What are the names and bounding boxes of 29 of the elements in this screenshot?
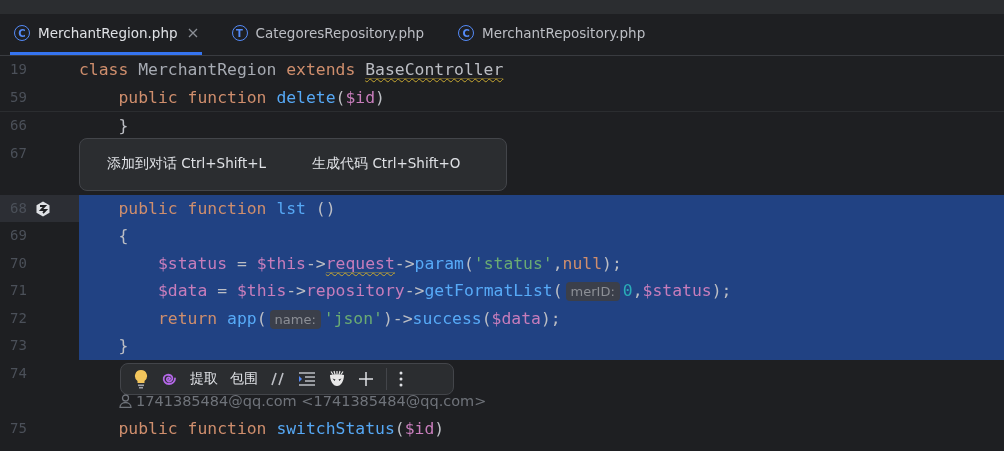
editor-tab[interactable]: T CategoresRepository.php xyxy=(227,14,429,55)
editor-tab[interactable]: C MerchantRepository.php xyxy=(454,14,650,55)
lightbulb-icon[interactable] xyxy=(134,368,148,389)
parameter-hint: name: xyxy=(269,309,321,329)
code-line: class MerchantRegion extends BaseController xyxy=(79,60,504,79)
parameter-hint: merID: xyxy=(565,282,620,301)
hexagon-icon[interactable] xyxy=(34,200,51,217)
menu-item[interactable]: 生成代码 Ctrl+Shift+O xyxy=(312,155,461,173)
code-line: $data = $this->repository->getFormatList( merID: 0,$status); xyxy=(156,281,732,300)
code-line: { xyxy=(117,226,129,245)
toolbar-button[interactable]: 提取 xyxy=(190,369,218,388)
code-line: public function lst () xyxy=(117,198,336,218)
code-line: public function delete($id) xyxy=(117,87,385,107)
code-line: public function switchStatus($id) xyxy=(117,418,445,438)
code-line: $status = $this->request->param('status',null); xyxy=(156,253,622,273)
code-line: } xyxy=(117,336,129,355)
toolbar-button[interactable]: 包围 xyxy=(230,369,258,388)
indent-icon[interactable] xyxy=(298,371,316,386)
code-line: return app( name: 'json')->success($data); xyxy=(156,308,561,328)
person-icon xyxy=(119,393,132,408)
plus-icon[interactable] xyxy=(358,370,374,387)
more-icon[interactable] xyxy=(399,370,403,387)
mask-icon[interactable] xyxy=(328,369,346,388)
menu-item[interactable]: 添加到对话 Ctrl+Shift+L xyxy=(107,155,267,173)
close-icon[interactable] xyxy=(187,28,198,38)
editor-tab[interactable]: C MerchantRegion.php xyxy=(10,14,202,55)
code-line: } xyxy=(117,116,129,135)
comment-icon[interactable] xyxy=(270,371,286,386)
author-annotation: 1741385484@qq.com <1741385484@qq.com> xyxy=(136,392,487,409)
